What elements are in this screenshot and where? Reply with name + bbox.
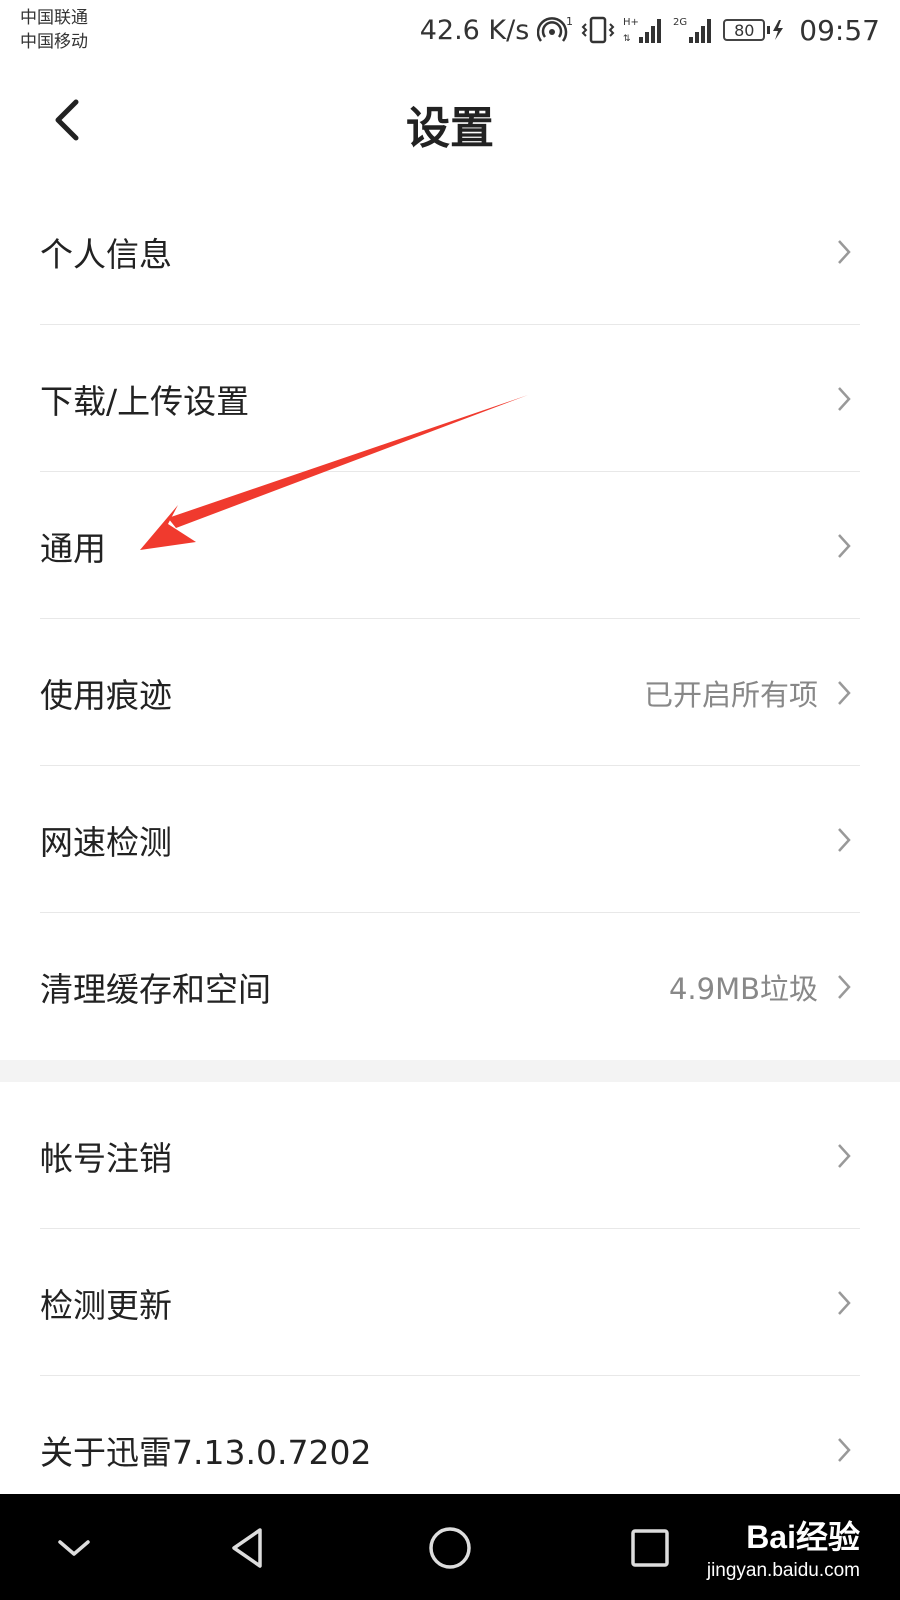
settings-item-personal-info[interactable]: 个人信息 <box>0 178 900 325</box>
home-circle-icon <box>429 1527 471 1569</box>
nav-recents-button[interactable] <box>622 1520 678 1576</box>
settings-item-label: 个人信息 <box>40 234 172 274</box>
battery-level: 80 <box>723 19 766 41</box>
battery-icon: 80 <box>723 18 787 42</box>
settings-item-usage-traces[interactable]: 使用痕迹 已开启所有项 <box>0 619 900 766</box>
settings-item-check-update[interactable]: 检测更新 <box>0 1229 900 1376</box>
chevron-right-icon <box>838 239 851 264</box>
chevron-right-icon <box>838 1437 851 1462</box>
settings-item-label: 帐号注销 <box>40 1138 172 1178</box>
signal-2g-icon: 2G <box>673 15 715 45</box>
carrier-1: 中国联通 <box>20 8 88 28</box>
chevron-right-icon <box>838 680 851 705</box>
page-title: 设置 <box>406 103 494 154</box>
back-triangle-icon <box>232 1528 262 1568</box>
chevron-right-icon <box>838 1290 851 1315</box>
settings-item-label: 使用痕迹 <box>40 675 172 715</box>
svg-text:2G: 2G <box>673 17 687 28</box>
vibrate-icon <box>581 15 615 45</box>
svg-text:H+: H+ <box>623 17 639 28</box>
system-nav-bar: Bai经验 jingyan.baidu.com <box>0 1494 900 1600</box>
carrier-labels: 中国联通 中国移动 <box>20 6 88 54</box>
nav-home-button[interactable] <box>422 1520 478 1576</box>
chevron-right-icon <box>838 974 851 999</box>
svg-text:1: 1 <box>566 15 573 28</box>
settings-list: 个人信息 下载/上传设置 通用 使用痕迹 已开启所有项 网速检测 清理缓存和空间… <box>0 178 900 1523</box>
chevron-right-icon <box>838 1143 851 1168</box>
chevron-right-icon <box>838 533 851 558</box>
chevron-down-icon <box>58 1540 90 1556</box>
net-speed: 42.6 K/s <box>419 14 530 46</box>
settings-item-speed-test[interactable]: 网速检测 <box>0 766 900 913</box>
nav-back-button[interactable] <box>220 1520 276 1576</box>
settings-item-value: 已开启所有项 <box>643 677 818 712</box>
svg-text:⇅: ⇅ <box>623 34 631 44</box>
status-indicators: 42.6 K/s 1 H+ ⇅ 2G 80 09:57 <box>420 10 880 50</box>
watermark-logo: Bai经验 <box>746 1519 860 1555</box>
hotspot-icon: 1 <box>537 15 573 45</box>
nav-collapse-button[interactable] <box>46 1520 102 1576</box>
charging-icon <box>767 20 784 40</box>
status-bar: 中国联通 中国移动 42.6 K/s 1 H+ ⇅ 2G 80 09:57 <box>0 0 900 62</box>
chevron-right-icon <box>838 827 851 852</box>
section-separator <box>0 1060 900 1082</box>
clock: 09:57 <box>799 13 880 47</box>
settings-item-general[interactable]: 通用 <box>0 472 900 619</box>
settings-item-value: 4.9MB垃圾 <box>668 971 818 1006</box>
settings-item-label: 清理缓存和空间 <box>40 969 271 1009</box>
baidu-jingyan-watermark: Bai经验 jingyan.baidu.com <box>707 1512 860 1582</box>
settings-item-download-upload[interactable]: 下载/上传设置 <box>0 325 900 472</box>
settings-item-account-deletion[interactable]: 帐号注销 <box>0 1082 900 1229</box>
carrier-2: 中国移动 <box>20 32 88 52</box>
settings-item-clear-cache[interactable]: 清理缓存和空间 4.9MB垃圾 <box>0 913 900 1060</box>
settings-item-label: 关于迅雷7.13.0.7202 <box>40 1432 372 1472</box>
settings-item-label: 网速检测 <box>40 822 172 862</box>
watermark-url: jingyan.baidu.com <box>706 1560 860 1581</box>
signal-h-plus-icon: H+ ⇅ <box>623 15 665 45</box>
chevron-right-icon <box>838 386 851 411</box>
recents-square-icon <box>631 1529 669 1567</box>
settings-item-label: 通用 <box>40 528 106 568</box>
app-header: 设置 <box>0 62 900 182</box>
settings-item-label: 检测更新 <box>40 1285 172 1325</box>
settings-item-label: 下载/上传设置 <box>40 381 250 421</box>
